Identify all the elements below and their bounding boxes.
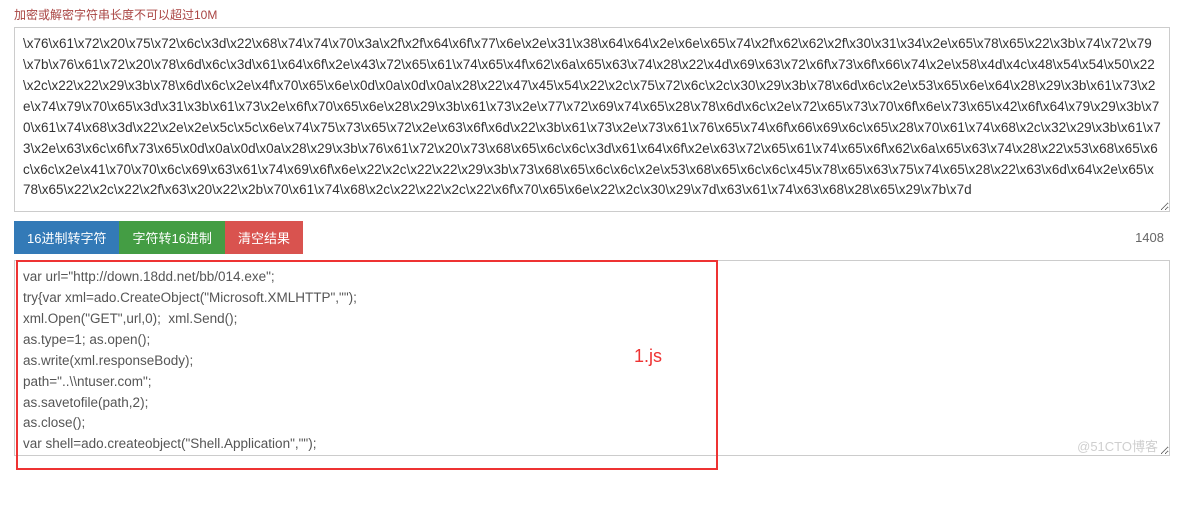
decoded-output-textarea[interactable]: [14, 260, 1170, 456]
toolbar: 16进制转字符 字符转16进制 清空结果 1408: [14, 221, 1170, 254]
hex-to-string-button[interactable]: 16进制转字符: [14, 221, 119, 254]
length-warning: 加密或解密字符串长度不可以超过10M: [14, 6, 1170, 23]
character-count: 1408: [1135, 230, 1170, 245]
encoded-input-textarea[interactable]: [14, 27, 1170, 212]
clear-result-button[interactable]: 清空结果: [225, 221, 303, 254]
string-to-hex-button[interactable]: 字符转16进制: [119, 221, 224, 254]
